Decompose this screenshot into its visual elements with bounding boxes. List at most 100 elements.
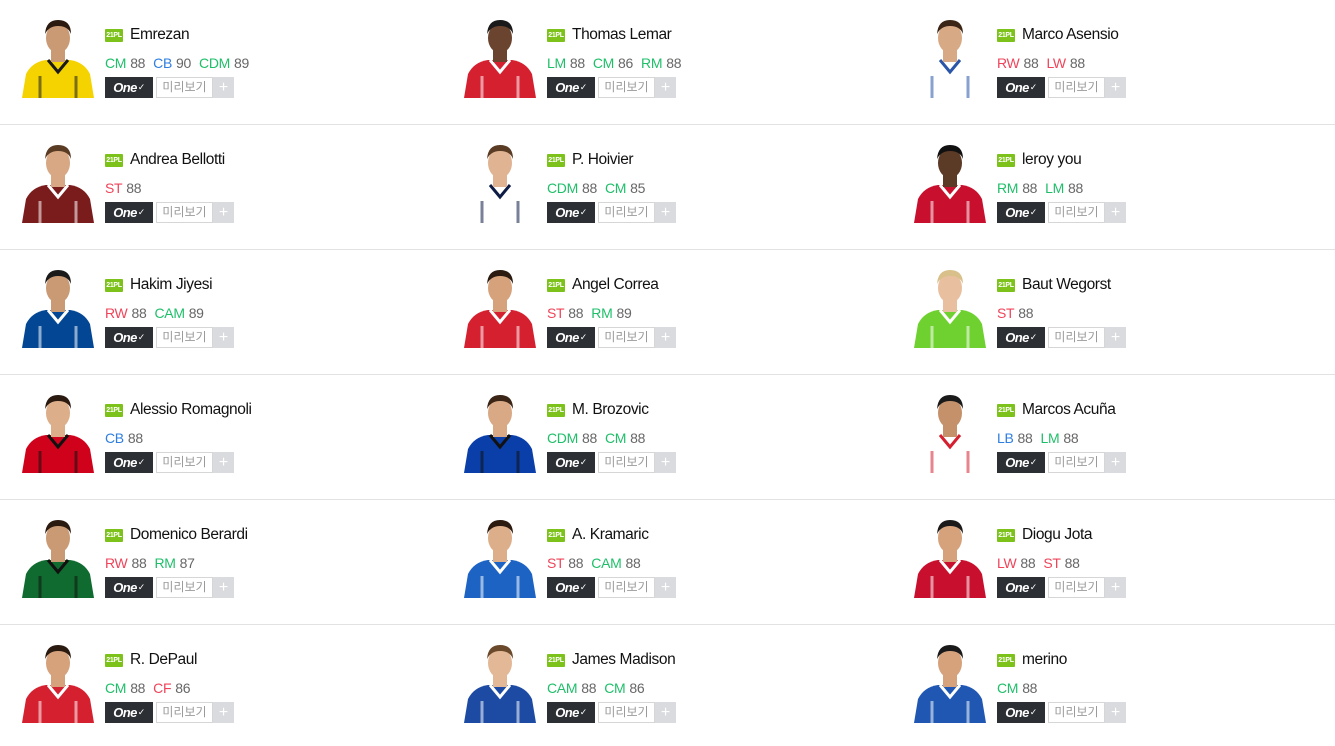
player-photo[interactable] [910,639,990,723]
player-card[interactable]: 21PL P. Hoivier CDM 88 CM 85 One✓ 미리보기 + [442,125,892,250]
add-compare-button[interactable]: + [213,702,234,723]
add-compare-button[interactable]: + [1105,77,1126,98]
player-photo[interactable] [460,264,540,348]
add-compare-button[interactable]: + [213,577,234,598]
player-photo[interactable] [910,14,990,98]
preview-button[interactable]: 미리보기 [1048,77,1105,98]
player-photo[interactable] [18,389,98,473]
one-button[interactable]: One✓ [997,577,1045,598]
player-photo[interactable] [460,139,540,223]
player-card[interactable]: 21PL Diogu Jota LW 88 ST 88 One✓ 미리보기 + [892,500,1335,625]
player-photo[interactable] [18,514,98,598]
preview-button[interactable]: 미리보기 [156,702,213,723]
player-name[interactable]: Angel Correa [572,276,659,294]
add-compare-button[interactable]: + [655,77,676,98]
preview-button[interactable]: 미리보기 [1048,202,1105,223]
one-button[interactable]: One✓ [105,702,153,723]
add-compare-button[interactable]: + [655,327,676,348]
player-photo[interactable] [910,139,990,223]
one-button[interactable]: One✓ [997,452,1045,473]
add-compare-button[interactable]: + [1105,202,1126,223]
preview-button[interactable]: 미리보기 [156,327,213,348]
player-name[interactable]: P. Hoivier [572,151,634,169]
player-name[interactable]: Domenico Berardi [130,526,248,544]
player-card[interactable]: 21PL leroy you RM 88 LM 88 One✓ 미리보기 + [892,125,1335,250]
player-card[interactable]: 21PL Andrea Bellotti ST 88 One✓ 미리보기 + [0,125,442,250]
player-photo[interactable] [910,264,990,348]
preview-button[interactable]: 미리보기 [1048,452,1105,473]
player-name[interactable]: A. Kramaric [572,526,649,544]
add-compare-button[interactable]: + [213,202,234,223]
player-photo[interactable] [460,389,540,473]
player-card[interactable]: 21PL Alessio Romagnoli CB 88 One✓ 미리보기 + [0,375,442,500]
preview-button[interactable]: 미리보기 [598,577,655,598]
one-button[interactable]: One✓ [547,452,595,473]
player-card[interactable]: 21PL James Madison CAM 88 CM 86 One✓ 미리보기 + [442,625,892,746]
player-name[interactable]: James Madison [572,651,676,669]
player-name[interactable]: Emrezan [130,26,190,44]
add-compare-button[interactable]: + [1105,702,1126,723]
one-button[interactable]: One✓ [547,577,595,598]
one-button[interactable]: One✓ [997,327,1045,348]
player-photo[interactable] [460,514,540,598]
add-compare-button[interactable]: + [1105,577,1126,598]
player-photo[interactable] [910,514,990,598]
preview-button[interactable]: 미리보기 [1048,702,1105,723]
player-photo[interactable] [18,14,98,98]
one-button[interactable]: One✓ [547,327,595,348]
player-name[interactable]: Baut Wegorst [1022,276,1111,294]
player-name[interactable]: leroy you [1022,151,1082,169]
player-card[interactable]: 21PL Emrezan CM 88 CB 90 CDM 89 One✓ 미리보기 + [0,0,442,125]
add-compare-button[interactable]: + [213,327,234,348]
preview-button[interactable]: 미리보기 [598,452,655,473]
preview-button[interactable]: 미리보기 [156,452,213,473]
player-card[interactable]: 21PL merino CM 88 One✓ 미리보기 + [892,625,1335,746]
preview-button[interactable]: 미리보기 [156,577,213,598]
player-name[interactable]: Alessio Romagnoli [130,401,252,419]
one-button[interactable]: One✓ [547,702,595,723]
add-compare-button[interactable]: + [1105,327,1126,348]
player-card[interactable]: 21PL Baut Wegorst ST 88 One✓ 미리보기 + [892,250,1335,375]
player-name[interactable]: Diogu Jota [1022,526,1093,544]
add-compare-button[interactable]: + [213,452,234,473]
player-card[interactable]: 21PL Domenico Berardi RW 88 RM 87 One✓ 미리보기 + [0,500,442,625]
add-compare-button[interactable]: + [655,202,676,223]
player-card[interactable]: 21PL R. DePaul CM 88 CF 86 One✓ 미리보기 + [0,625,442,746]
preview-button[interactable]: 미리보기 [598,77,655,98]
one-button[interactable]: One✓ [105,77,153,98]
player-card[interactable]: 21PL Thomas Lemar LM 88 CM 86 RM 88 One✓ 미리보기 + [442,0,892,125]
one-button[interactable]: One✓ [105,327,153,348]
player-name[interactable]: merino [1022,651,1067,669]
one-button[interactable]: One✓ [105,577,153,598]
player-name[interactable]: Thomas Lemar [572,26,672,44]
preview-button[interactable]: 미리보기 [156,202,213,223]
add-compare-button[interactable]: + [655,577,676,598]
player-photo[interactable] [910,389,990,473]
one-button[interactable]: One✓ [997,77,1045,98]
preview-button[interactable]: 미리보기 [598,702,655,723]
player-photo[interactable] [18,639,98,723]
player-card[interactable]: 21PL Marco Asensio RW 88 LW 88 One✓ 미리보기 + [892,0,1335,125]
add-compare-button[interactable]: + [1105,452,1126,473]
add-compare-button[interactable]: + [213,77,234,98]
preview-button[interactable]: 미리보기 [1048,327,1105,348]
player-photo[interactable] [460,639,540,723]
one-button[interactable]: One✓ [105,202,153,223]
player-photo[interactable] [460,14,540,98]
player-card[interactable]: 21PL M. Brozovic CDM 88 CM 88 One✓ 미리보기 + [442,375,892,500]
player-name[interactable]: Andrea Bellotti [130,151,225,169]
one-button[interactable]: One✓ [997,702,1045,723]
preview-button[interactable]: 미리보기 [156,77,213,98]
player-name[interactable]: Hakim Jiyesi [130,276,213,294]
one-button[interactable]: One✓ [105,452,153,473]
add-compare-button[interactable]: + [655,452,676,473]
one-button[interactable]: One✓ [997,202,1045,223]
add-compare-button[interactable]: + [655,702,676,723]
preview-button[interactable]: 미리보기 [598,327,655,348]
player-name[interactable]: Marcos Acuña [1022,401,1116,419]
player-photo[interactable] [18,264,98,348]
preview-button[interactable]: 미리보기 [598,202,655,223]
player-name[interactable]: M. Brozovic [572,401,649,419]
player-photo[interactable] [18,139,98,223]
player-card[interactable]: 21PL Marcos Acuña LB 88 LM 88 One✓ 미리보기 + [892,375,1335,500]
